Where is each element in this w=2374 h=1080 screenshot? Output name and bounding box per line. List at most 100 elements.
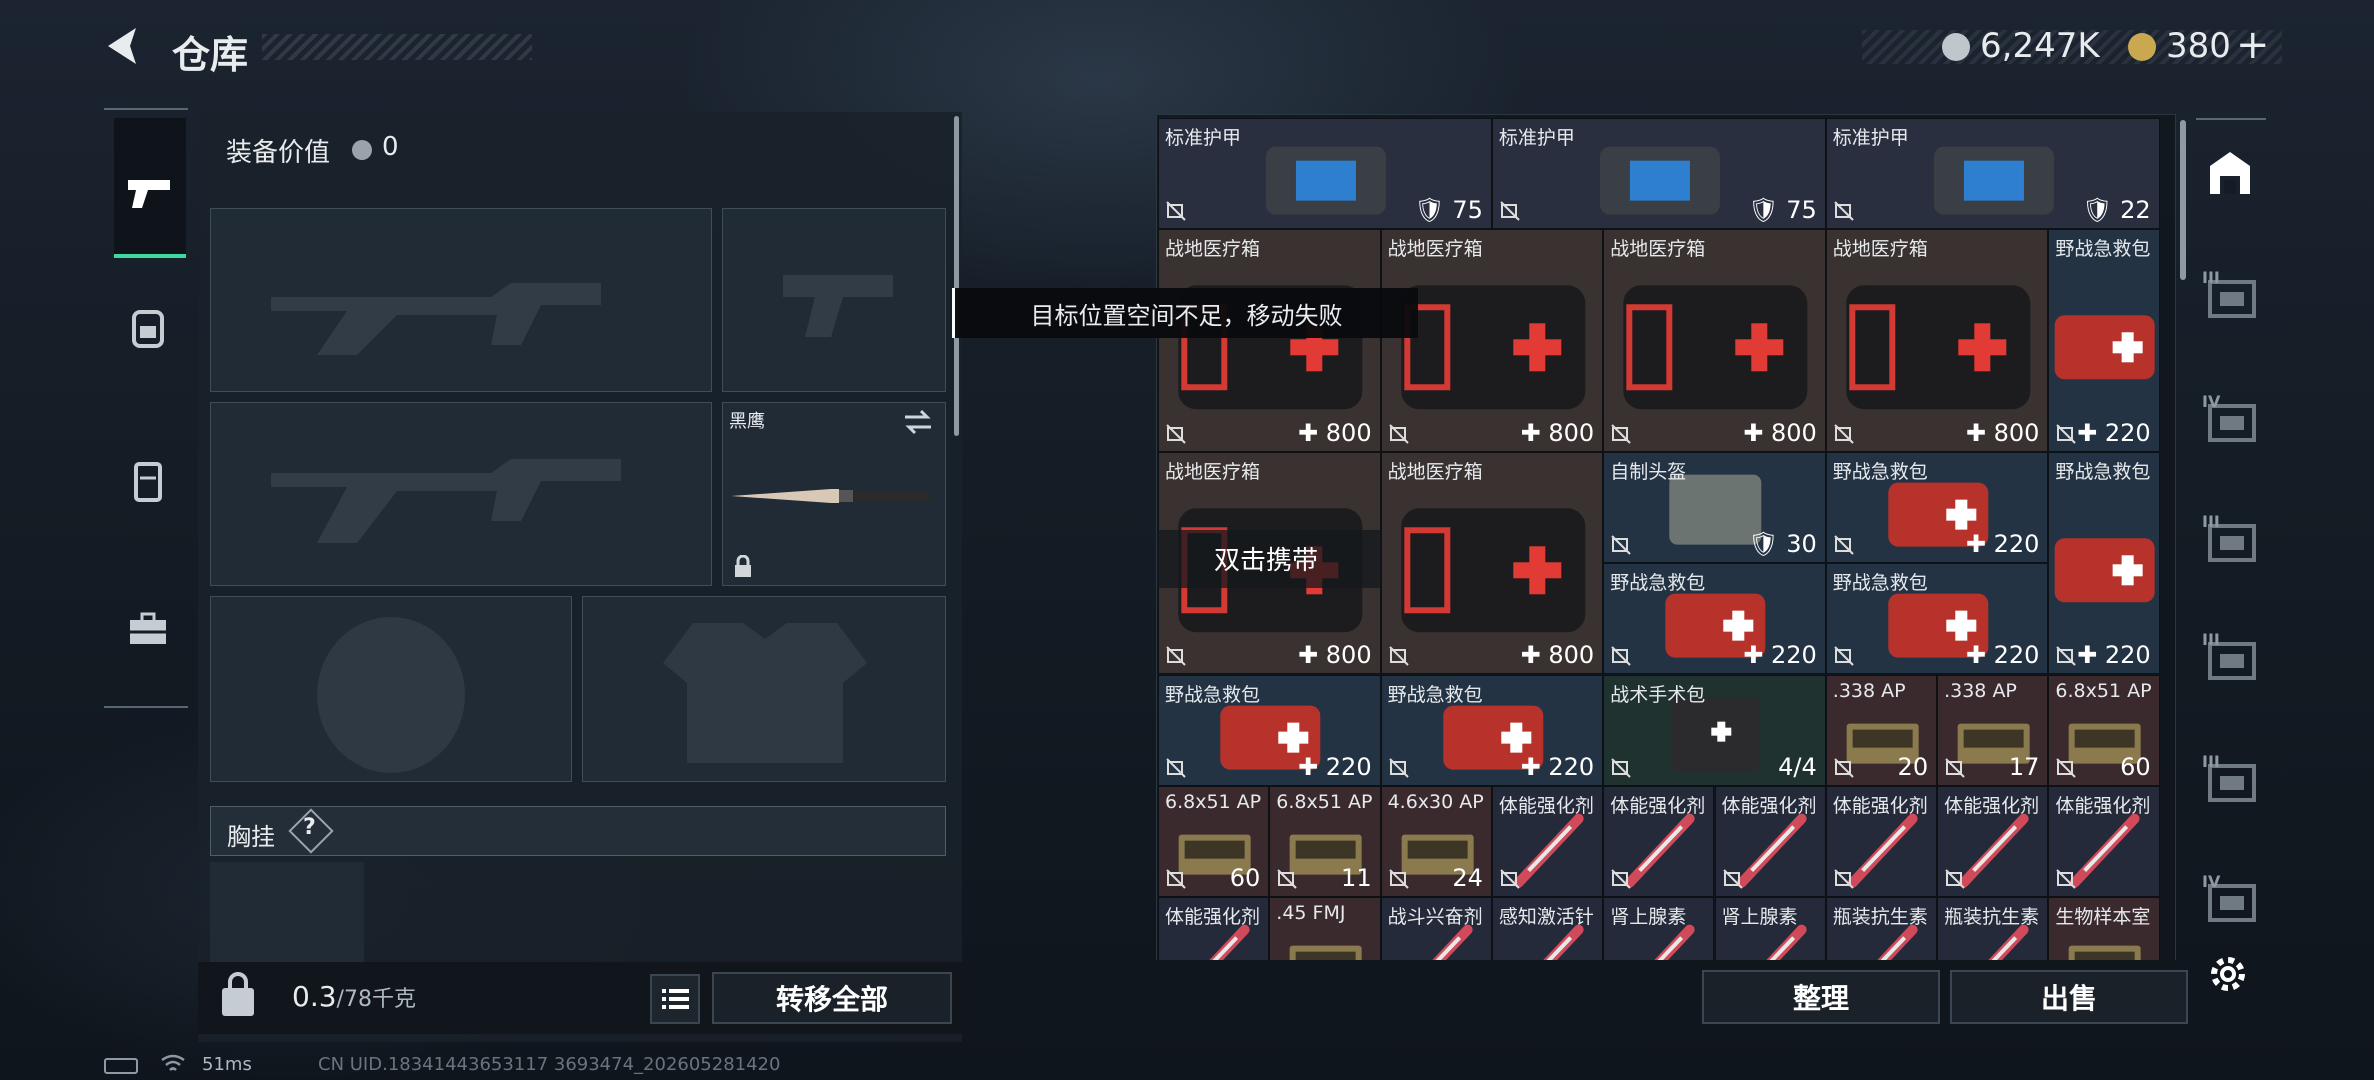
- storage-item[interactable]: 生物样本室: [2048, 897, 2160, 960]
- add-currency-button[interactable]: +: [2236, 22, 2270, 68]
- no-trade-icon: [2056, 758, 2077, 778]
- backpack-icon: [132, 310, 164, 348]
- side-tab-item[interactable]: III: [2202, 512, 2262, 568]
- weight-icon: [218, 972, 258, 1018]
- no-trade-icon: [1945, 758, 1965, 778]
- storage-item[interactable]: 6.8x51 AP 60: [1158, 785, 1270, 898]
- tab-toolbox[interactable]: [124, 606, 172, 654]
- sort-button[interactable]: 整理: [1702, 970, 1940, 1024]
- battery-icon: [104, 1058, 138, 1074]
- storage-item[interactable]: 肾上腺素: [1603, 897, 1715, 960]
- item-name: 自制头盔: [1610, 460, 1687, 483]
- error-toast: 目标位置空间不足，移动失败: [952, 288, 1418, 338]
- side-tab-item[interactable]: III: [2202, 630, 2262, 686]
- storage-item[interactable]: 野战急救包 ✚ 220: [1825, 563, 2049, 675]
- storage-item[interactable]: 肾上腺素: [1714, 897, 1826, 960]
- transfer-all-button[interactable]: 转移全部: [712, 972, 952, 1024]
- item-value-text: 220: [1993, 530, 2040, 559]
- no-trade-icon: [1166, 758, 1186, 778]
- storage-item[interactable]: 瓶装抗生素: [1937, 897, 2049, 960]
- item-name: 6.8x51 AP: [1165, 790, 1262, 813]
- storage-item[interactable]: 战地医疗箱 ✚ 800: [1603, 229, 1826, 452]
- storage-item[interactable]: 瓶装抗生素: [1825, 897, 1938, 960]
- storage-item[interactable]: 感知激活针: [1491, 897, 1604, 960]
- storage-item[interactable]: 自制头盔 🛡 30: [1603, 451, 1826, 564]
- list-view-button[interactable]: [650, 974, 700, 1024]
- item-value-text: 22: [2120, 196, 2151, 225]
- loadout-scrollbar[interactable]: [954, 116, 959, 436]
- item-value: ✚ 800: [1298, 418, 1372, 447]
- item-name: 战术手术包: [1610, 683, 1706, 706]
- tier-label: III: [2202, 512, 2220, 531]
- settings-gear-icon[interactable]: [2206, 952, 2250, 996]
- sidearm-slot[interactable]: [722, 208, 946, 392]
- storage-item[interactable]: 体能强化剂: [1491, 785, 1604, 898]
- storage-item[interactable]: 体能强化剂: [1603, 785, 1715, 898]
- storage-item[interactable]: 战术手术包 4/4: [1603, 674, 1826, 786]
- item-value-text: 60: [1229, 864, 1261, 893]
- storage-item[interactable]: 战地医疗箱 ✚ 800: [1380, 451, 1604, 675]
- side-tab-item[interactable]: III: [2202, 752, 2262, 808]
- item-value: ✚ 220: [1743, 641, 1817, 670]
- help-icon[interactable]: ?: [303, 815, 316, 840]
- storage-item[interactable]: 体能强化剂: [1714, 785, 1826, 898]
- melee-slot[interactable]: 黑鹰: [722, 402, 946, 586]
- storage-item[interactable]: .338 AP 20: [1825, 674, 1938, 786]
- storage-item[interactable]: 标准护甲 🛡 22: [1825, 118, 2160, 230]
- helmet-slot[interactable]: [210, 596, 572, 782]
- storage-item[interactable]: 野战急救包 ✚ 220: [1825, 451, 2049, 564]
- swap-icon[interactable]: [903, 409, 933, 435]
- side-tab-item[interactable]: III: [2202, 268, 2262, 324]
- tab-storage[interactable]: [2204, 146, 2256, 198]
- storage-item[interactable]: .338 AP 17: [1937, 674, 2049, 786]
- item-value: ✚ 220: [1520, 752, 1595, 781]
- storage-item[interactable]: 战地医疗箱 ✚ 800: [1825, 229, 2049, 452]
- storage-item[interactable]: 体能强化剂: [1158, 897, 1270, 960]
- item-value: ✚ 800: [1520, 641, 1595, 670]
- storage-item[interactable]: 野战急救包 ✚ 220: [1158, 674, 1381, 786]
- primary-weapon-slot[interactable]: [210, 208, 712, 392]
- armor-slot[interactable]: [582, 596, 946, 782]
- back-arrow-icon[interactable]: [100, 22, 148, 70]
- sell-button[interactable]: 出售: [1950, 970, 2188, 1024]
- double-click-hint: 双击携带: [1158, 529, 1381, 588]
- item-value: 🛡 75: [1414, 196, 1483, 225]
- item-value-text: 11: [1341, 864, 1372, 893]
- secondary-weapon-slot[interactable]: [210, 402, 712, 586]
- storage-item[interactable]: 6.8x51 AP 11: [1269, 785, 1381, 898]
- tab-backpack[interactable]: [124, 304, 172, 352]
- storage-item[interactable]: 野战急救包 ✚ 220: [2048, 229, 2160, 452]
- storage-item[interactable]: 标准护甲 🛡 75: [1491, 118, 1826, 230]
- item-value-text: 800: [1325, 418, 1372, 447]
- chest-rig-slot[interactable]: [210, 862, 364, 962]
- storage-item[interactable]: 战地医疗箱 ✚ 800: [1158, 229, 1381, 452]
- storage-item[interactable]: .45 FMJ: [1269, 897, 1381, 960]
- storage-item[interactable]: 体能强化剂: [1825, 785, 1938, 898]
- side-tab-item[interactable]: IV: [2202, 872, 2262, 928]
- coin-small-icon: [352, 140, 372, 160]
- storage-item[interactable]: 体能强化剂: [1937, 785, 2049, 898]
- item-name: 瓶装抗生素: [1832, 906, 1928, 929]
- item-name: 野战急救包: [1832, 572, 1928, 595]
- item-value-text: 17: [2008, 752, 2040, 781]
- storage-item[interactable]: 体能强化剂: [2048, 785, 2160, 898]
- chest-rig-header: 胸挂 ?: [210, 806, 946, 856]
- storage-item[interactable]: 6.8x51 AP 60: [2048, 674, 2160, 786]
- storage-scrollbar[interactable]: [2180, 120, 2186, 280]
- no-trade-icon: [1388, 424, 1409, 444]
- tab-vest[interactable]: [124, 458, 172, 506]
- storage-item[interactable]: 战地医疗箱 ✚ 800: [1380, 229, 1604, 452]
- item-value-text: 60: [2120, 752, 2151, 781]
- storage-item[interactable]: 战斗兴奋剂: [1380, 897, 1492, 960]
- storage-item[interactable]: 4.6x30 AP SX 24: [1380, 785, 1492, 898]
- side-tab-item[interactable]: IV: [2202, 392, 2262, 448]
- item-name: 野战急救包: [1610, 572, 1706, 595]
- tab-weapons[interactable]: [114, 118, 186, 258]
- storage-item[interactable]: 野战急救包 ✚ 220: [1380, 674, 1604, 786]
- storage-item[interactable]: 野战急救包 ✚ 220: [1603, 563, 1826, 675]
- toolbox-icon: [130, 612, 166, 644]
- item-name: 瓶装抗生素: [1944, 906, 2040, 929]
- storage-item[interactable]: 标准护甲 🛡 75: [1158, 118, 1492, 230]
- storage-item[interactable]: 野战急救包 ✚ 220: [2048, 451, 2160, 675]
- melee-label: 黑鹰: [729, 411, 765, 432]
